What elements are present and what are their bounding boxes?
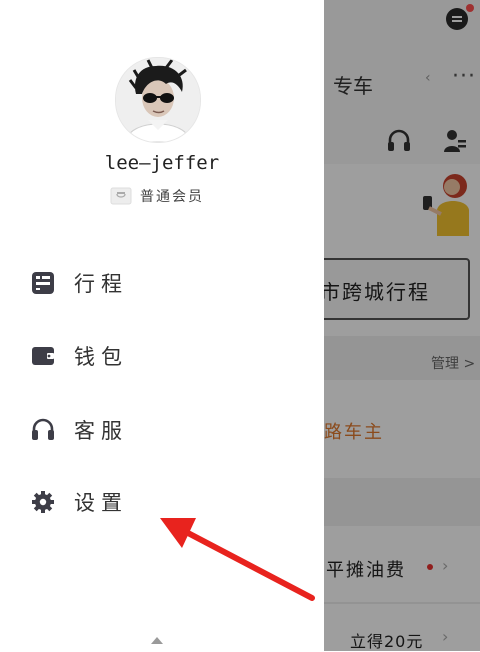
menu-label: 客服: [74, 419, 128, 443]
menu-label: 设置: [74, 491, 128, 515]
member-card-icon: [110, 187, 132, 205]
menu-item-wallet[interactable]: 钱包: [30, 336, 290, 376]
collapse-caret-icon[interactable]: [151, 637, 163, 644]
menu-label: 行程: [74, 272, 128, 296]
headset-icon: [32, 418, 54, 440]
username: lee—jeffer: [104, 152, 220, 174]
avatar[interactable]: [115, 57, 201, 143]
navigation-drawer: lee—jeffer 普通会员 行程 钱包 客服 设置: [0, 0, 324, 651]
membership-badge[interactable]: 普通会员: [110, 186, 204, 206]
menu-item-customer-service[interactable]: 客服: [30, 410, 290, 450]
gear-icon: [32, 491, 54, 513]
list-icon: [32, 272, 54, 294]
membership-label: 普通会员: [140, 189, 204, 205]
menu-label: 钱包: [74, 345, 128, 369]
avatar-photo: [116, 58, 200, 142]
menu-item-trips[interactable]: 行程: [30, 263, 290, 303]
wallet-icon: [32, 347, 54, 365]
menu-item-settings[interactable]: 设置: [30, 482, 290, 522]
